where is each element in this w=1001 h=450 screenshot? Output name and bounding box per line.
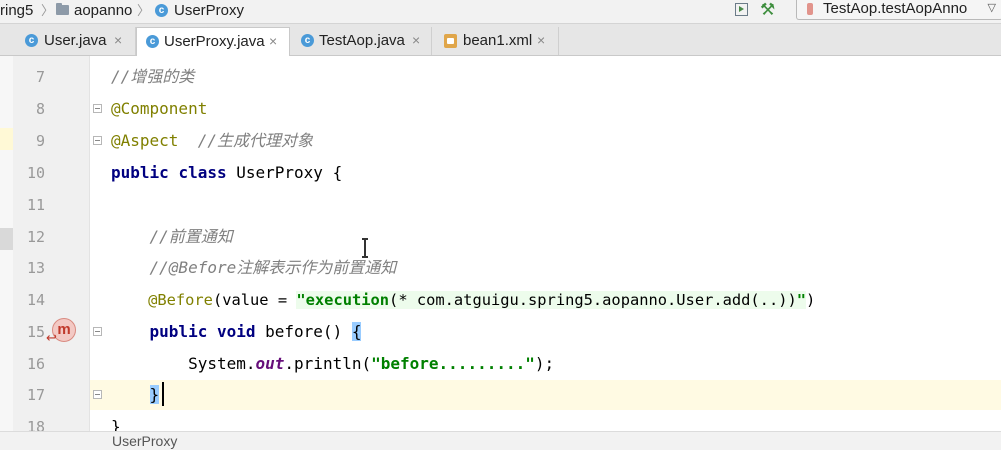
navigate-arrow-icon[interactable]: ↩ <box>46 330 57 346</box>
chevron-down-icon: ▽ <box>987 2 996 14</box>
fold-marker[interactable] <box>93 390 102 399</box>
close-icon[interactable]: × <box>412 27 420 54</box>
code-line-12[interactable]: //前置通知 <box>111 227 233 247</box>
tool-window-strip <box>0 56 14 449</box>
left-strip-highlight <box>0 128 13 150</box>
line-number[interactable]: 10 <box>13 163 45 183</box>
navigation-bar: ring5 〉 aopanno 〉 c UserProxy ⚒ TestAop.… <box>0 0 1001 24</box>
class-declaration-token: UserProxy { <box>226 163 343 182</box>
comment-token: //增强的类 <box>111 67 195 86</box>
comment-token: //生成代理对象 <box>197 131 313 150</box>
tab-userproxy-java[interactable]: c UserProxy.java × <box>136 27 290 56</box>
line-number[interactable]: 12 <box>13 227 45 247</box>
static-field-token: out <box>255 354 285 373</box>
xml-file-icon <box>444 34 457 48</box>
pointcut-execution-token: execution <box>305 291 390 309</box>
code-line-10[interactable]: public class UserProxy { <box>111 163 342 183</box>
code-line-9[interactable]: @Aspect //生成代理对象 <box>111 131 313 151</box>
run-configuration-select[interactable]: TestAop.testAopAnno ▽ <box>796 0 1001 20</box>
line-number[interactable]: 14 <box>13 290 45 310</box>
tab-user-java[interactable]: c User.java × <box>14 27 136 55</box>
code-line-16[interactable]: System.out.println("before........."); <box>111 354 554 374</box>
class-icon: c <box>155 4 168 17</box>
folder-icon <box>56 3 69 15</box>
code-line-7[interactable]: //增强的类 <box>111 67 194 87</box>
tab-bean1-xml[interactable]: bean1.xml × <box>432 27 559 55</box>
line-number[interactable]: 15 <box>13 322 45 342</box>
annotation-token: @Aspect <box>111 131 179 150</box>
run-configuration-icon[interactable] <box>735 3 748 16</box>
method-declaration-token: before() <box>255 322 352 341</box>
pointcut-expression-token: (* com.atguigu.spring5.aopanno.User.add(… <box>389 291 797 309</box>
keyword-token: public <box>111 163 169 182</box>
annotation-params-token: (value = <box>212 291 297 309</box>
tab-label: User.java <box>44 32 107 49</box>
tab-label: UserProxy.java <box>164 33 265 50</box>
statement-end-token: ); <box>534 354 555 373</box>
tab-label: bean1.xml <box>463 32 533 49</box>
keyword-token: class <box>178 163 227 182</box>
class-ref-token: System. <box>188 354 256 373</box>
string-quote-token: " <box>796 291 807 309</box>
code-line-8[interactable]: @Component <box>111 99 207 119</box>
breadcrumb-separator: 〉 <box>137 3 151 18</box>
code-line-17[interactable]: } <box>111 385 160 405</box>
current-line-highlight <box>90 380 1001 410</box>
run-configuration-label: TestAop.testAopAnno <box>823 0 968 17</box>
comment-token: //@Before注解表示作为前置通知 <box>149 258 397 277</box>
comment-token: //前置通知 <box>149 227 233 246</box>
line-number[interactable]: 13 <box>13 258 45 278</box>
line-number[interactable]: 16 <box>13 354 45 374</box>
code-line-15[interactable]: public void before() { <box>111 322 362 342</box>
class-icon: c <box>146 35 159 48</box>
fold-marker[interactable] <box>93 104 102 113</box>
junit-test-icon <box>807 3 813 15</box>
line-number[interactable]: 9 <box>13 131 45 151</box>
annotation-token: @Before <box>148 291 213 309</box>
code-line-13[interactable]: //@Before注解表示作为前置通知 <box>111 258 397 278</box>
status-breadcrumb-item[interactable]: UserProxy <box>112 432 177 450</box>
code-line-14[interactable]: @Before(value = "execution(* com.atguigu… <box>111 290 815 310</box>
fold-marker[interactable] <box>93 327 102 336</box>
mouse-ibeam-cursor <box>362 238 368 258</box>
class-icon: c <box>301 34 314 47</box>
line-number[interactable]: 7 <box>13 67 45 87</box>
tab-testaop-java[interactable]: c TestAop.java × <box>290 27 432 55</box>
build-hammer-icon[interactable]: ⚒ <box>760 0 775 20</box>
line-number[interactable]: 17 <box>13 385 45 405</box>
breadcrumb-item-class[interactable]: UserProxy <box>174 0 244 22</box>
close-icon[interactable]: × <box>269 28 277 55</box>
tab-label: TestAop.java <box>319 32 405 49</box>
editor-breadcrumb-bar: UserProxy <box>0 431 1001 450</box>
keyword-token: void <box>216 322 256 341</box>
close-icon[interactable]: × <box>114 27 122 54</box>
breadcrumb-separator: 〉 <box>41 3 55 18</box>
text-caret <box>162 382 164 406</box>
matched-brace-token: } <box>149 385 160 404</box>
line-number[interactable]: 11 <box>13 195 45 215</box>
editor-tab-bar: c User.java × c UserProxy.java × c TestA… <box>0 24 1001 56</box>
string-quote-token: " <box>296 291 306 309</box>
matched-brace-token: { <box>351 322 362 341</box>
fold-marker[interactable] <box>93 136 102 145</box>
line-number[interactable]: 8 <box>13 99 45 119</box>
string-literal-token: "before........." <box>371 354 535 373</box>
annotation-token: @Component <box>111 99 208 118</box>
close-icon[interactable]: × <box>537 27 545 54</box>
keyword-token: public <box>149 322 208 341</box>
method-call-token: .println( <box>284 354 372 373</box>
paren-token: ) <box>806 291 816 309</box>
breadcrumb-item-project[interactable]: ring5 <box>0 0 33 22</box>
breadcrumb-item-package[interactable]: aopanno <box>74 0 132 22</box>
class-icon: c <box>25 34 38 47</box>
left-strip-selection <box>0 228 13 250</box>
